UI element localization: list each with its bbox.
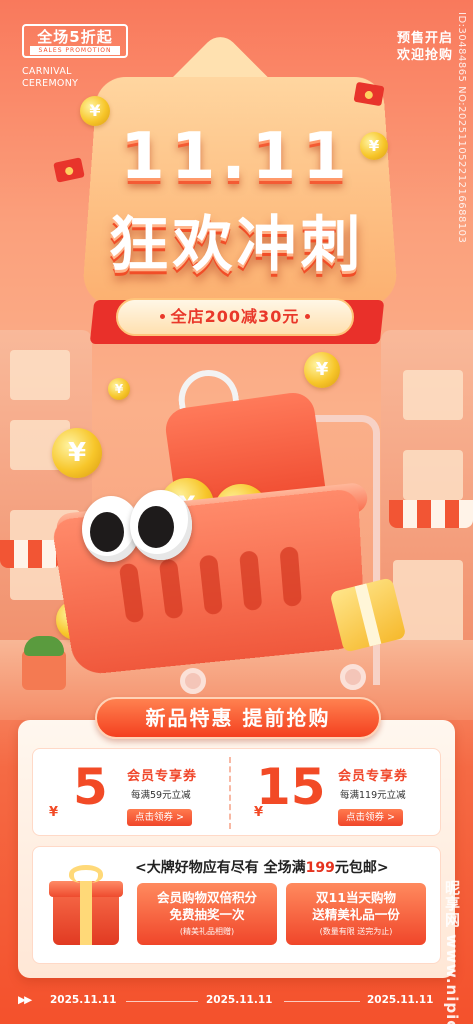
coupon-rule: 每满119元立减 — [340, 787, 406, 801]
benefit-box[interactable]: 双11当天购物 送精美礼品一份 (数量有限 送完为止) — [286, 883, 426, 945]
footer-divider — [126, 1001, 198, 1002]
promo-logo: 全场5折起 SALES PROMOTION — [22, 24, 128, 58]
coupon-card: ¥ 15 会员专享券 每满119元立减 点击领券 > — [238, 749, 438, 837]
coupon-amount: 15 — [256, 757, 326, 817]
benefit-box[interactable]: 会员购物双倍积分 免费抽奖一次 (精美礼品相赠) — [137, 883, 277, 945]
promo-headline: <大牌好物应有尽有 全场满199元包邮> — [135, 857, 389, 877]
cart-wheel — [180, 668, 206, 694]
hero-main-title: 狂欢冲刺 — [0, 196, 473, 283]
coupon-title: 会员专享券 — [127, 765, 197, 784]
footer-divider — [284, 1001, 360, 1002]
footer-dates: ▶▶ 2025.11.11 2025.11.11 2025.11.11 — [0, 990, 473, 1014]
carnival-caption: CARNIVAL CEREMONY — [22, 66, 78, 90]
coupon-card: ¥ 5 会员专享券 每满59元立减 点击领券 > — [33, 749, 233, 837]
coupon-currency: ¥ — [49, 805, 58, 820]
hero-date-title: 11.11 — [0, 120, 473, 194]
discount-text: 全店200减30元 — [171, 307, 300, 326]
play-arrows-icon: ▶▶ — [18, 994, 30, 1006]
coupon-title: 会员专享券 — [338, 765, 408, 784]
cartoon-eye-right — [130, 490, 192, 560]
image-id-label: ID:30484865 NO:20251105221216688103 — [456, 12, 467, 243]
watermark: 昵享网 www.nipic.com — [442, 880, 463, 1024]
free-shipping-threshold: 199 — [306, 860, 335, 876]
plant-pot — [22, 650, 66, 690]
promo-card: <大牌好物应有尽有 全场满199元包邮> 会员购物双倍积分 免费抽奖一次 (精美… — [32, 846, 441, 964]
coupon-divider — [229, 757, 231, 829]
poster: ¥ ¥ ¥ ¥ ¥ ¥ 11.11 狂欢冲刺 全店200减30元 ¥ ¥ 新品特… — [0, 0, 473, 1024]
coupon-strip: ¥ 5 会员专享券 每满59元立减 点击领券 > ¥ 15 会员专享券 每满11… — [32, 748, 441, 836]
coupon-rule: 每满59元立减 — [131, 787, 191, 801]
presale-notice: 预售开启 欢迎抢购 — [397, 30, 453, 64]
section-title: 新品特惠 提前抢购 — [95, 697, 381, 739]
footer-date: 2025.11.11 — [367, 994, 433, 1006]
claim-coupon-button[interactable]: 点击领券 > — [338, 809, 403, 826]
coin-icon: ¥ — [304, 352, 340, 388]
coin-icon: ¥ — [108, 378, 130, 400]
cart-wheel — [340, 664, 366, 690]
coupon-amount: 5 — [73, 757, 108, 817]
right-awning — [389, 500, 473, 528]
discount-ribbon: 全店200减30元 — [116, 298, 354, 336]
footer-date: 2025.11.11 — [206, 994, 272, 1006]
footer-date: 2025.11.11 — [50, 994, 116, 1006]
gift-box-icon — [47, 861, 125, 949]
claim-coupon-button[interactable]: 点击领券 > — [127, 809, 192, 826]
coin-icon: ¥ — [52, 428, 102, 478]
left-awning — [0, 540, 60, 568]
